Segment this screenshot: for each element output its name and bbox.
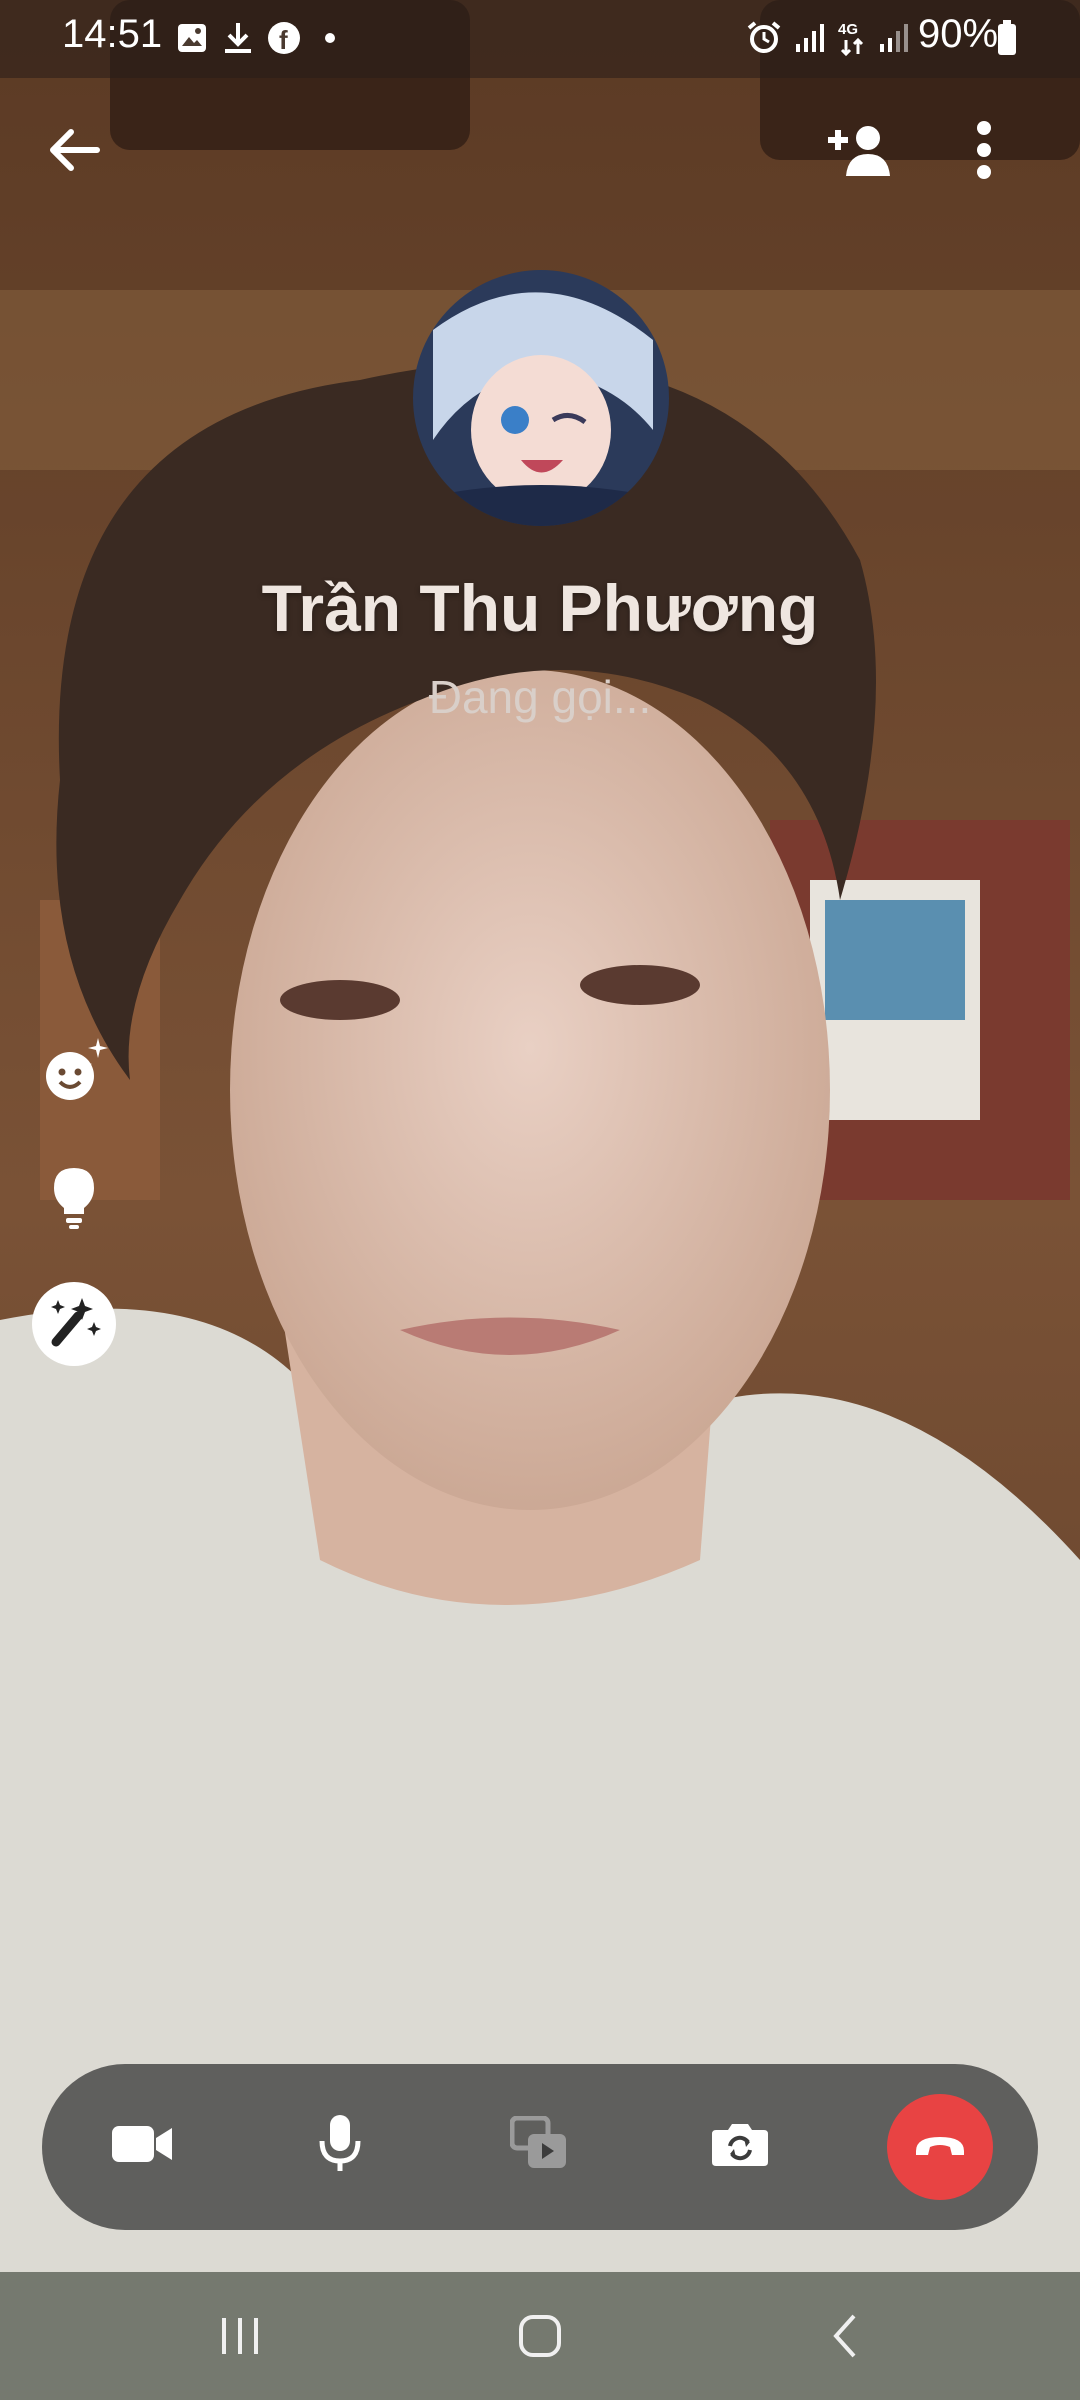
lighting-button[interactable] (32, 1158, 116, 1242)
call-status: Đang gọi... (428, 671, 652, 723)
more-options-button[interactable] (944, 112, 1024, 192)
signal-icon-2 (874, 14, 914, 62)
video-camera-icon (110, 2122, 174, 2171)
facebook-icon: f (264, 14, 304, 62)
flip-camera-button[interactable] (674, 2080, 806, 2212)
recent-apps-button[interactable] (200, 2300, 280, 2376)
signal-icon (790, 14, 830, 62)
image-icon (172, 14, 212, 62)
arrow-left-icon (47, 128, 101, 177)
home-icon (518, 2314, 562, 2363)
home-button[interactable] (500, 2300, 580, 2376)
filters-button[interactable] (32, 1282, 116, 1366)
avatar-effects-button[interactable] (32, 1030, 116, 1114)
emoji-sparkle-icon (36, 1032, 112, 1113)
back-icon (830, 2312, 858, 2365)
add-person-icon (824, 122, 892, 183)
magic-wand-icon (44, 1292, 104, 1357)
share-media-button[interactable] (474, 2080, 606, 2212)
nav-back-button[interactable] (804, 2300, 884, 2376)
end-call-button[interactable] (887, 2094, 993, 2200)
svg-text:f: f (279, 25, 288, 55)
microphone-button[interactable] (274, 2080, 406, 2212)
lightbulb-icon (52, 1166, 96, 1235)
4g-icon: 4G (834, 14, 872, 62)
more-vertical-icon (976, 120, 992, 185)
end-call-icon (912, 2131, 968, 2164)
svg-text:4G: 4G (838, 21, 858, 38)
share-media-icon (509, 2115, 570, 2177)
dot-icon (318, 14, 342, 62)
status-time: 14:51 (62, 12, 163, 56)
flip-camera-icon (710, 2120, 770, 2173)
caller-avatar (413, 270, 669, 526)
download-icon (218, 14, 258, 62)
recent-apps-icon (218, 2316, 262, 2361)
caller-name: Trần Thu Phương (261, 571, 819, 645)
back-button[interactable] (34, 112, 114, 192)
alarm-icon (742, 14, 786, 62)
battery-icon (996, 14, 1018, 62)
add-person-button[interactable] (818, 112, 898, 192)
battery-percentage: 90% (918, 12, 999, 56)
microphone-icon (318, 2113, 362, 2180)
video-toggle-button[interactable] (76, 2080, 208, 2212)
